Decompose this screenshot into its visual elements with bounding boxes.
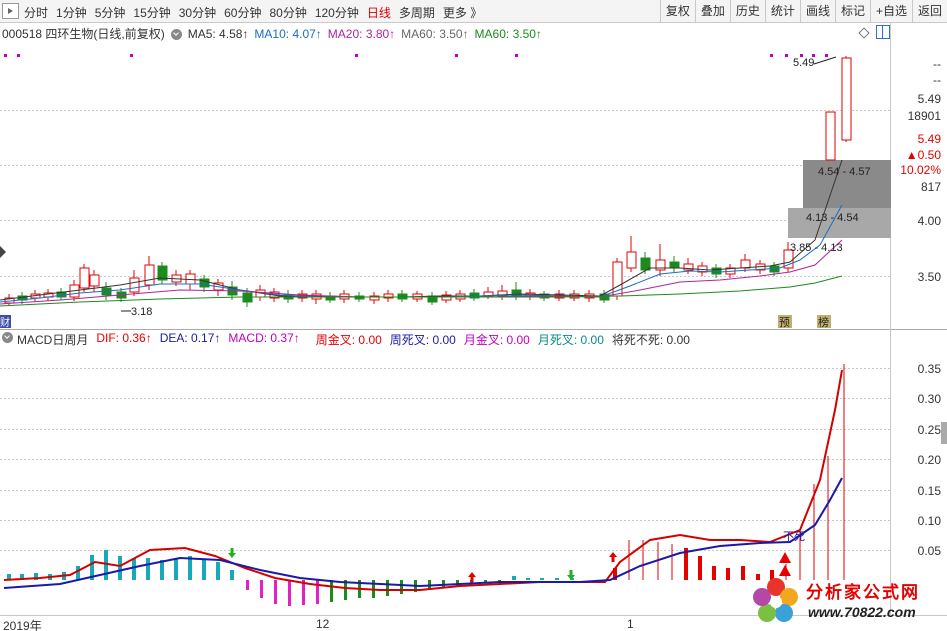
- macd-bar: [330, 580, 333, 602]
- axis-change: ▲0.50: [905, 148, 941, 162]
- sell-arrow-icon: [228, 548, 236, 558]
- macd-lines: [3, 369, 843, 591]
- low-price-label: 3.18: [131, 306, 152, 318]
- macd-grid: [0, 368, 890, 551]
- macd-bar: [712, 566, 716, 580]
- macd-histogram: [7, 364, 845, 606]
- macd-dropdown-icon[interactable]: [2, 332, 13, 343]
- axis-price-3-5: 3.50: [917, 270, 941, 284]
- macd-axis-005: 0.05: [917, 544, 941, 558]
- macd-axis-035: 0.35: [917, 362, 941, 376]
- axis-price-high: 5.49: [917, 92, 941, 106]
- macd-bar: [76, 566, 80, 580]
- macd-bar: [246, 580, 249, 590]
- signal-dots: [4, 54, 828, 57]
- macd-week-dead: 周死叉: 0.00: [389, 333, 456, 347]
- macd-axis-010: 0.10: [917, 514, 941, 528]
- macd-bar: [216, 562, 220, 580]
- macd-week-gold: 周金叉: 0.00: [315, 333, 382, 347]
- macd-bar: [160, 560, 164, 580]
- macd-month-dead: 月死叉: 0.00: [537, 333, 604, 347]
- axis-turnover: 817: [920, 180, 941, 194]
- macd-bar: [146, 558, 150, 580]
- macd-bar: [316, 580, 319, 604]
- macd-bar: [274, 580, 277, 604]
- macd-axis-020: 0.20: [917, 453, 941, 467]
- candle-body: [626, 251, 637, 269]
- macd-bar: [386, 580, 389, 596]
- ma10-line: [0, 204, 843, 303]
- axis-volume: 18901: [907, 109, 941, 123]
- macd-axis-030: 0.30: [917, 392, 941, 406]
- mark-forecast: 预: [779, 316, 790, 329]
- candle-body: [740, 259, 751, 269]
- watermark-url: www.70822.com: [808, 604, 916, 620]
- dea-line: [3, 477, 843, 589]
- candle-body: [825, 111, 836, 161]
- high-price-label: 5.49: [793, 57, 814, 69]
- moving-averages: [0, 159, 843, 307]
- macd-bar: [288, 580, 291, 606]
- zone2-label: 4.13 - 4.54: [806, 212, 859, 224]
- candle-body: [79, 267, 90, 289]
- dif-line: [3, 369, 843, 591]
- axis-top-dash-2: --: [933, 73, 941, 87]
- macd-axis-015: 0.15: [917, 484, 941, 498]
- macd-annotation: 不死: [783, 531, 805, 543]
- macd-bar: [512, 576, 516, 580]
- ma5-line: [0, 159, 843, 301]
- expand-left-icon[interactable]: [0, 246, 6, 258]
- macd-bar: [540, 578, 544, 580]
- time-label-jan: 1: [627, 617, 634, 631]
- time-label-dec: 12: [316, 617, 330, 631]
- watermark-title: 分析家公式网: [806, 583, 920, 602]
- macd-legend: MACD日周月 DIF: 0.36↑ DEA: 0.17↑ MACD: 0.37…: [2, 331, 690, 348]
- macd-title: MACD日周月: [17, 333, 89, 347]
- macd-axis-025: 0.25: [917, 423, 941, 437]
- macd-dif: DIF: 0.36↑: [96, 331, 152, 345]
- candle-body: [669, 261, 680, 269]
- candle-body: [144, 264, 155, 286]
- axis-change-pct: 10.02%: [900, 163, 941, 177]
- buy-arrow-icon: [609, 552, 617, 562]
- macd-bar: [104, 550, 108, 580]
- zone1-label: 4.54 - 4.57: [818, 166, 871, 178]
- price-grid: [0, 110, 890, 277]
- warning-triangle-icon: [779, 552, 791, 563]
- axis-price-4: 4.00: [917, 214, 941, 228]
- mark-ranking: 榜: [818, 315, 829, 329]
- macd-dea: DEA: 0.17↑: [159, 331, 221, 345]
- flower-logo-icon: [753, 578, 798, 622]
- macd-bar: [526, 578, 530, 580]
- macd-month-gold: 月金叉: 0.00: [463, 333, 530, 347]
- time-label-2019: 2019年: [3, 619, 42, 631]
- axis-last-price: 5.49: [917, 132, 941, 146]
- buy-arrow-icon: [468, 572, 476, 582]
- macd-bar: [260, 580, 263, 598]
- candle-body: [89, 274, 100, 287]
- macd-never-die: 将死不死: 0.00: [611, 333, 690, 347]
- zone3-label: 3.85 - 4.13: [790, 242, 843, 254]
- kline-chart: 4.54 - 4.57 4.13 - 4.54 3.85 - 4.13 5.49…: [0, 23, 947, 615]
- high-pointer: [813, 56, 837, 65]
- macd-bar: [400, 580, 403, 594]
- macd-bar: [230, 570, 234, 580]
- macd-bar: [118, 556, 122, 580]
- watermark-logo: 分析家公式网 www.70822.com: [746, 575, 942, 629]
- macd-signal-arrows: [228, 548, 791, 582]
- macd-bar: [202, 560, 206, 580]
- macd-macd: MACD: 0.37↑: [228, 331, 300, 345]
- macd-bar: [698, 556, 702, 580]
- macd-bar: [188, 556, 192, 580]
- candle-body: [841, 57, 852, 141]
- macd-bar: [726, 568, 730, 580]
- macd-bar: [132, 558, 136, 580]
- macd-bar: [741, 566, 745, 580]
- candle-body: [129, 277, 140, 293]
- scroll-handle[interactable]: [941, 422, 947, 444]
- mark-finance: 财: [0, 316, 10, 329]
- macd-bar: [174, 558, 178, 580]
- macd-bar: [555, 578, 559, 580]
- axis-top-dash-1: --: [933, 57, 941, 71]
